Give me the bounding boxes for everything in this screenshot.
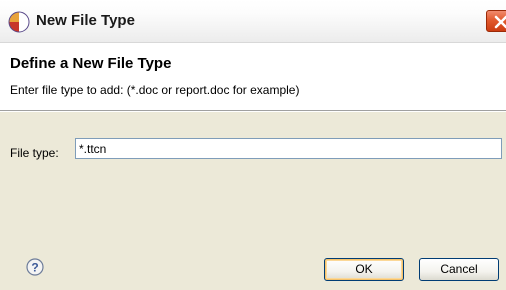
file-type-input[interactable]	[75, 138, 502, 159]
eclipse-icon	[8, 11, 30, 33]
dialog-body: File type: ? OK Cancel	[0, 112, 506, 290]
svg-text:?: ?	[31, 261, 38, 275]
banner-title: Define a New File Type	[10, 55, 172, 72]
file-type-label: File type:	[10, 146, 59, 160]
cancel-button[interactable]: Cancel	[419, 258, 499, 281]
help-icon[interactable]: ?	[26, 258, 44, 276]
close-button[interactable]	[486, 10, 506, 32]
ok-button[interactable]: OK	[324, 258, 404, 281]
title-bar[interactable]: New File Type	[0, 0, 506, 43]
banner-description: Enter file type to add: (*.doc or report…	[10, 83, 300, 97]
window-title: New File Type	[36, 12, 135, 29]
dialog-window: New File Type Define a New File Type Ent…	[0, 0, 506, 290]
close-icon	[494, 15, 506, 29]
dialog-banner: Define a New File Type Enter file type t…	[0, 43, 506, 103]
